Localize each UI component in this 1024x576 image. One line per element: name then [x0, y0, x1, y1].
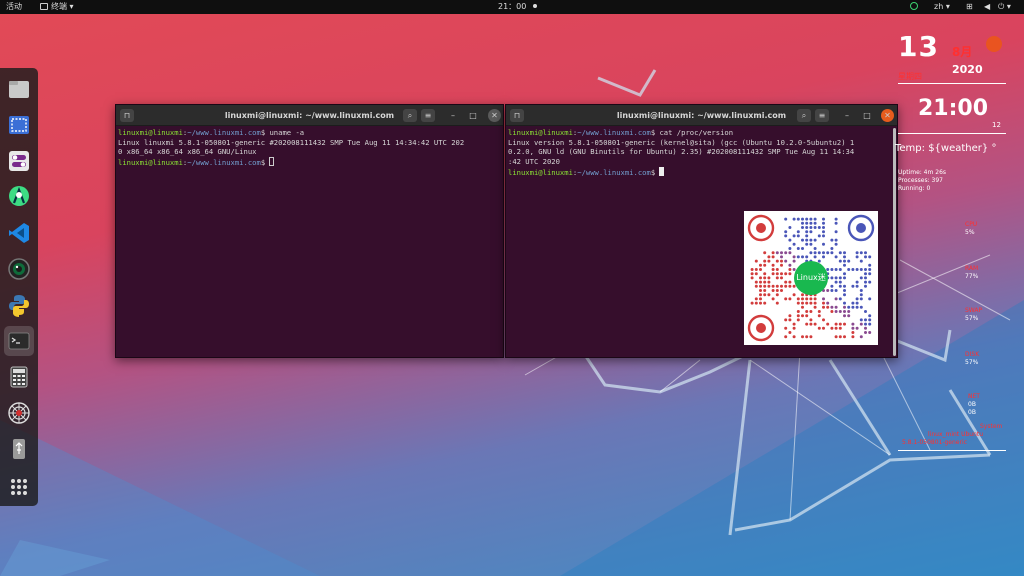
screenshot-icon[interactable] [4, 110, 34, 140]
files-icon[interactable] [4, 74, 34, 104]
activities-button[interactable]: 活动 [6, 0, 22, 14]
python-icon[interactable] [4, 290, 34, 320]
show-applications-icon[interactable] [4, 472, 34, 502]
minimize-icon[interactable]: – [840, 109, 854, 122]
notification-dot-icon [532, 4, 537, 8]
top-bar: 活动 终端 ▾ 21：00 zh ▾ ⊞ ◀ ⏻ ▾ [0, 0, 1024, 14]
ram-label: RAM [965, 265, 979, 272]
net-down: 0B [968, 401, 976, 408]
cursor [269, 157, 275, 167]
prompt-line: linuxmi@linuxmi:~/www.linuxmi.com$ uname… [118, 128, 305, 137]
terminal-icon[interactable] [4, 326, 34, 356]
terminal-window-left[interactable]: ⊓ linuxmi@linuxmi: ~/www.linuxmi.com ⌕ ≡… [115, 104, 504, 358]
volume-icon[interactable]: ◀ [984, 0, 990, 14]
net-label: NET [968, 393, 980, 400]
camera-lens-icon[interactable] [4, 254, 34, 284]
close-icon[interactable]: ✕ [881, 109, 894, 122]
disk-value: 57% [965, 359, 979, 366]
prompt-line: linuxmi@linuxmi:~/www.linuxmi.com$ [508, 166, 891, 178]
ram-value: 77% [965, 273, 979, 280]
conky-weekday: 星期四 [898, 72, 922, 81]
menu-icon[interactable]: ≡ [421, 109, 435, 122]
conky-uptime: Uptime: 4m 26s [898, 169, 947, 176]
minimize-icon[interactable]: – [446, 109, 460, 122]
conky-processes: Processes: 397 [898, 177, 943, 184]
conky-month: 8月 [952, 45, 973, 59]
titlebar[interactable]: ⊓ linuxmi@linuxmi: ~/www.linuxmi.com ⌕ ≡… [506, 105, 897, 126]
ubuntu-logo-icon [986, 36, 1002, 52]
window-title: linuxmi@linuxmi: ~/www.linuxmi.com [616, 111, 787, 120]
divider [898, 133, 1006, 134]
net-up: 0B [968, 409, 976, 416]
android-studio-icon[interactable] [4, 182, 34, 212]
network-icon[interactable]: ⊞ [966, 0, 973, 14]
tray-green-icon[interactable] [910, 0, 918, 14]
system-line1: linux_mint Ubuntu [928, 431, 984, 438]
dock [0, 68, 38, 506]
qr-code: Linux迷 [744, 211, 878, 345]
calculator-icon[interactable] [4, 362, 34, 392]
terminal-output[interactable]: linuxmi@linuxmi:~/www.linuxmi.com$ cat /… [508, 128, 891, 178]
divider [898, 83, 1006, 84]
cursor [659, 166, 665, 176]
conky-running: Running: 0 [898, 185, 931, 192]
clock[interactable]: 21：00 [498, 0, 537, 14]
disk-label: DISK [965, 351, 980, 358]
maximize-icon[interactable]: □ [860, 109, 874, 122]
conky-temp: Temp: ${weather} ° [895, 143, 997, 154]
swap-value: 57% [965, 315, 979, 322]
prompt-line: linuxmi@linuxmi:~/www.linuxmi.com$ [118, 157, 497, 168]
conky-seconds: 12 [992, 121, 1001, 129]
divider [898, 450, 1006, 451]
conky-time: 21:00 [918, 96, 989, 121]
search-icon[interactable]: ⌕ [403, 109, 417, 122]
spider-web-icon[interactable] [4, 398, 34, 428]
prompt-line: linuxmi@linuxmi:~/www.linuxmi.com$ cat /… [508, 128, 734, 137]
scrollbar[interactable] [893, 128, 896, 356]
close-icon[interactable]: ✕ [488, 109, 501, 122]
vscode-icon[interactable] [4, 218, 34, 248]
qr-center-logo: Linux迷 [794, 261, 828, 295]
search-icon[interactable]: ⌕ [797, 109, 811, 122]
window-title: linuxmi@linuxmi: ~/www.linuxmi.com [224, 111, 395, 120]
swap-label: SWAP [965, 307, 983, 314]
input-method[interactable]: zh ▾ [934, 0, 950, 14]
conky-year: 2020 [952, 63, 983, 76]
power-icon[interactable]: ⏻ ▾ [998, 0, 1011, 14]
usb-drive-icon[interactable] [4, 434, 34, 464]
caret-down-icon: ▾ [67, 2, 74, 11]
app-menu[interactable]: 终端 ▾ [40, 0, 74, 14]
settings-icon[interactable] [4, 146, 34, 176]
titlebar[interactable]: ⊓ linuxmi@linuxmi: ~/www.linuxmi.com ⌕ ≡… [116, 105, 503, 126]
cpu-label: CPU [965, 221, 978, 228]
terminal-small-icon [40, 3, 48, 10]
system-label: System [980, 423, 1003, 430]
cpu-value: 5% [965, 229, 975, 236]
terminal-output[interactable]: linuxmi@linuxmi:~/www.linuxmi.com$ uname… [118, 128, 497, 168]
system-line2: 5.8.1-050801-generic [902, 439, 967, 446]
conky-day: 13 [898, 30, 939, 63]
menu-icon[interactable]: ≡ [815, 109, 829, 122]
maximize-icon[interactable]: □ [466, 109, 480, 122]
